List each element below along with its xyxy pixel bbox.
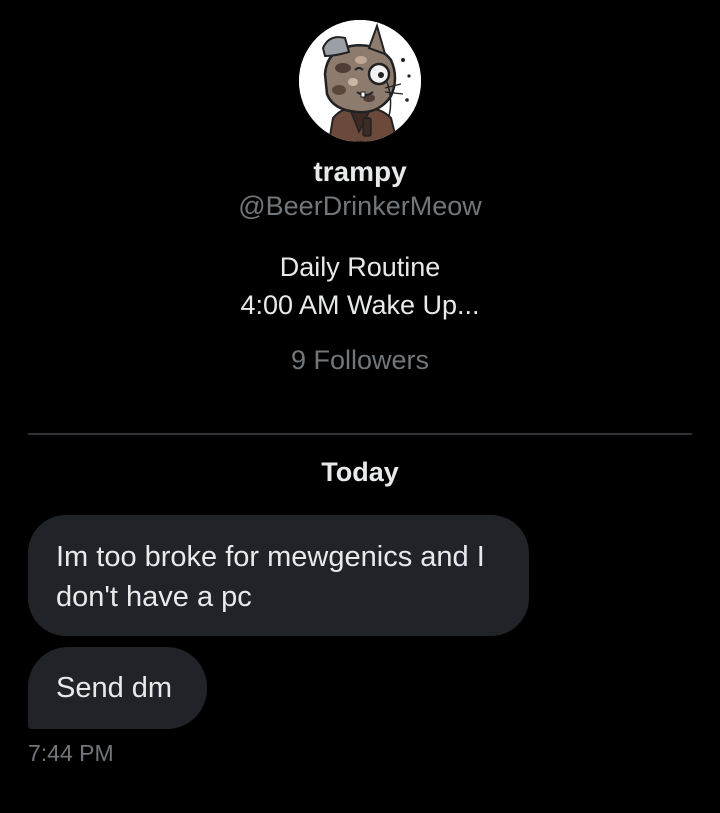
cat-avatar-illustration xyxy=(299,20,421,142)
followers-count[interactable]: 9 Followers xyxy=(0,342,720,378)
date-separator: Today xyxy=(321,457,399,487)
message-bubble[interactable]: Im too broke for mewgenics and I don't h… xyxy=(28,515,529,636)
bio-line-1: Daily Routine xyxy=(279,252,441,282)
profile-bio: Daily Routine 4:00 AM Wake Up... xyxy=(0,248,720,324)
divider xyxy=(28,433,692,435)
display-name[interactable]: trampy xyxy=(0,154,720,190)
message-text: Send dm xyxy=(56,672,173,704)
avatar[interactable] xyxy=(299,20,421,142)
message-timestamp: 7:44 PM xyxy=(28,740,114,766)
user-handle[interactable]: @BeerDrinkerMeow xyxy=(0,189,720,223)
message-bubble[interactable]: Send dm xyxy=(28,647,207,729)
bio-line-2: 4:00 AM Wake Up... xyxy=(240,290,480,320)
message-text: Im too broke for mewgenics and I don't h… xyxy=(56,541,485,613)
